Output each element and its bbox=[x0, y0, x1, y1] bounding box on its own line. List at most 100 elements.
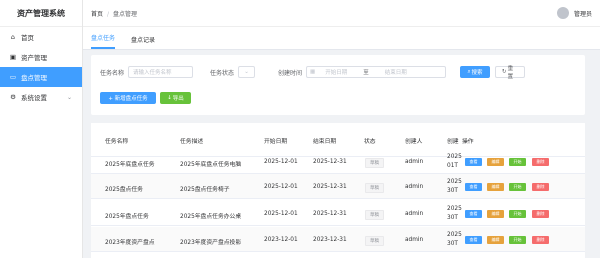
chevron-down-icon: ⌄ bbox=[244, 69, 249, 75]
col-status: 状态 bbox=[364, 139, 376, 145]
search-panel: 任务名称 请输入任务名称 任务状态 ⌄ 创建时间 ▦ 开始日期 至 结束日期 ⌕… bbox=[91, 55, 585, 115]
status-badge: 草稿 bbox=[365, 158, 384, 168]
start-button[interactable]: 开始 bbox=[509, 210, 526, 218]
date-range-picker[interactable]: ▦ 开始日期 至 结束日期 bbox=[306, 66, 447, 78]
breadcrumb-home[interactable]: 首页 bbox=[91, 11, 103, 18]
range-separator: 至 bbox=[363, 70, 369, 76]
cell-task-name: 2025年盘点任务 bbox=[105, 214, 149, 220]
sidebar-item-inventory[interactable]: ▭ 盘点管理 bbox=[0, 67, 82, 87]
breadcrumb-separator: / bbox=[107, 10, 110, 18]
cell-end-date: 2025-12-31 bbox=[313, 159, 347, 165]
cell-created-line2: 30T bbox=[447, 188, 458, 194]
app-title: 资产管理系统 bbox=[0, 0, 82, 27]
table-row: 2025年底盘点任务 2025年底盘点任务电脑 2025-12-01 2025-… bbox=[91, 149, 585, 174]
start-date-placeholder[interactable]: 开始日期 bbox=[325, 68, 347, 76]
col-end-date: 结束日期 bbox=[313, 139, 337, 145]
edit-button[interactable]: 编辑 bbox=[487, 236, 504, 244]
delete-button[interactable]: 删除 bbox=[532, 236, 549, 244]
sidebar-item-label: 盘点管理 bbox=[21, 74, 47, 82]
edit-button[interactable]: 编辑 bbox=[487, 158, 504, 166]
status-badge: 草稿 bbox=[365, 210, 384, 220]
cell-creator: admin bbox=[405, 184, 424, 190]
status-badge: 草稿 bbox=[365, 236, 384, 246]
col-task-name: 任务名称 bbox=[105, 139, 129, 145]
cell-start-date: 2025-12-01 bbox=[264, 159, 298, 165]
end-date-placeholder[interactable]: 结束日期 bbox=[385, 68, 407, 76]
delete-button[interactable]: 删除 bbox=[532, 158, 549, 166]
cell-created-line2: 30T bbox=[447, 215, 458, 221]
avatar[interactable] bbox=[556, 7, 569, 19]
cell-created-line2: 30T bbox=[447, 241, 458, 247]
search-button[interactable]: ⌕ 搜索 bbox=[460, 66, 490, 78]
cell-creator: admin bbox=[405, 211, 424, 217]
col-creator: 创建人 bbox=[405, 139, 423, 145]
cell-end-date: 2023-12-31 bbox=[313, 237, 347, 243]
cell-start-date: 2023-12-01 bbox=[264, 237, 298, 243]
col-created: 创建 bbox=[447, 139, 459, 145]
user-menu[interactable]: 管理员 bbox=[556, 7, 592, 19]
sidebar-item-label: 系统设置 bbox=[21, 94, 47, 102]
table-row: 2025盘点任务 2025盘点任务椅子 2025-12-01 2025-12-3… bbox=[91, 174, 585, 199]
cell-creator: admin bbox=[405, 159, 424, 165]
cell-end-date: 2025-12-31 bbox=[313, 184, 347, 190]
view-button[interactable]: 查看 bbox=[465, 210, 482, 218]
home-icon: ⌂ bbox=[10, 33, 16, 41]
chevron-down-icon: ⌄ bbox=[66, 93, 72, 101]
task-name-input[interactable]: 请输入任务名称 bbox=[128, 66, 194, 78]
reset-button[interactable]: ↻ 重置 bbox=[495, 66, 525, 80]
delete-button[interactable]: 删除 bbox=[532, 210, 549, 218]
start-button[interactable]: 开始 bbox=[509, 236, 526, 244]
cell-created-line1: 2025 bbox=[447, 232, 462, 238]
cell-task-name: 2023年度资产盘点 bbox=[105, 240, 155, 246]
search-icon: ⌕ bbox=[467, 68, 471, 75]
tab-tasks[interactable]: 盘点任务 bbox=[91, 33, 116, 49]
edit-button[interactable]: 编辑 bbox=[487, 183, 504, 191]
export-button-label: 导出 bbox=[172, 96, 184, 102]
start-button[interactable]: 开始 bbox=[509, 183, 526, 191]
status-badge: 草稿 bbox=[365, 183, 384, 193]
cell-start-date: 2025-12-01 bbox=[264, 184, 298, 190]
view-button[interactable]: 查看 bbox=[465, 236, 482, 244]
sidebar-item-home[interactable]: ⌂ 首页 bbox=[0, 27, 82, 47]
tabs: 盘点任务 盘点记录 bbox=[83, 27, 600, 50]
table-row: 2023年度资产盘点 2023年度资产盘点投影 2023-12-01 2023-… bbox=[91, 227, 585, 252]
cell-task-desc: 2025盘点任务椅子 bbox=[180, 187, 230, 193]
reset-button-label: 重置 bbox=[507, 66, 514, 80]
user-name[interactable]: 管理员 bbox=[574, 9, 592, 18]
start-button[interactable]: 开始 bbox=[509, 158, 526, 166]
task-table: 任务名称 任务描述 开始日期 结束日期 状态 创建人 创建 操作 2025年底盘… bbox=[91, 123, 585, 258]
search-button-label: 搜索 bbox=[471, 70, 483, 76]
table-row: 2025年盘点任务 2025年盘点任务办公桌 2025-12-01 2025-1… bbox=[91, 201, 585, 226]
status-select[interactable]: ⌄ bbox=[238, 66, 256, 78]
cell-task-desc: 2025年底盘点任务电脑 bbox=[180, 162, 242, 168]
col-start-date: 开始日期 bbox=[264, 139, 288, 145]
sidebar: 资产管理系统 ⌂ 首页 ▣ 资产管理 ▭ 盘点管理 ⚙ 系统设置 ⌄ bbox=[0, 0, 83, 258]
edit-button[interactable]: 编辑 bbox=[487, 210, 504, 218]
refresh-icon: ↻ bbox=[502, 69, 507, 75]
export-button[interactable]: ↓ 导出 bbox=[160, 92, 191, 104]
download-icon: ↓ bbox=[167, 95, 172, 101]
sidebar-item-label: 首页 bbox=[21, 34, 34, 42]
sidebar-item-settings[interactable]: ⚙ 系统设置 ⌄ bbox=[0, 87, 82, 107]
calendar-icon: ▦ bbox=[310, 69, 316, 75]
tab-records[interactable]: 盘点记录 bbox=[131, 35, 155, 49]
breadcrumb-current: 盘点管理 bbox=[113, 10, 138, 18]
top-header: 首页 / 盘点管理 管理员 bbox=[83, 0, 600, 27]
gear-icon: ⚙ bbox=[10, 93, 16, 101]
view-button[interactable]: 查看 bbox=[465, 158, 482, 166]
cell-created-line1: 2025 bbox=[447, 154, 462, 160]
breadcrumb: 首页 / 盘点管理 bbox=[91, 9, 137, 18]
cell-created-line2: 01T bbox=[447, 163, 458, 169]
cell-created-line1: 2025 bbox=[447, 179, 462, 185]
cell-task-name: 2025盘点任务 bbox=[105, 187, 143, 193]
view-button[interactable]: 查看 bbox=[465, 183, 482, 191]
cell-end-date: 2025-12-31 bbox=[313, 211, 347, 217]
cell-created-line1: 2025 bbox=[447, 206, 462, 212]
add-task-button[interactable]: + 新增盘点任务 bbox=[100, 92, 156, 104]
sidebar-item-assets[interactable]: ▣ 资产管理 bbox=[0, 47, 82, 67]
created-time-label: 创建时间 bbox=[278, 69, 303, 77]
delete-button[interactable]: 删除 bbox=[532, 183, 549, 191]
col-task-desc: 任务描述 bbox=[180, 139, 204, 145]
sidebar-item-label: 资产管理 bbox=[21, 54, 47, 62]
col-actions: 操作 bbox=[462, 139, 474, 145]
